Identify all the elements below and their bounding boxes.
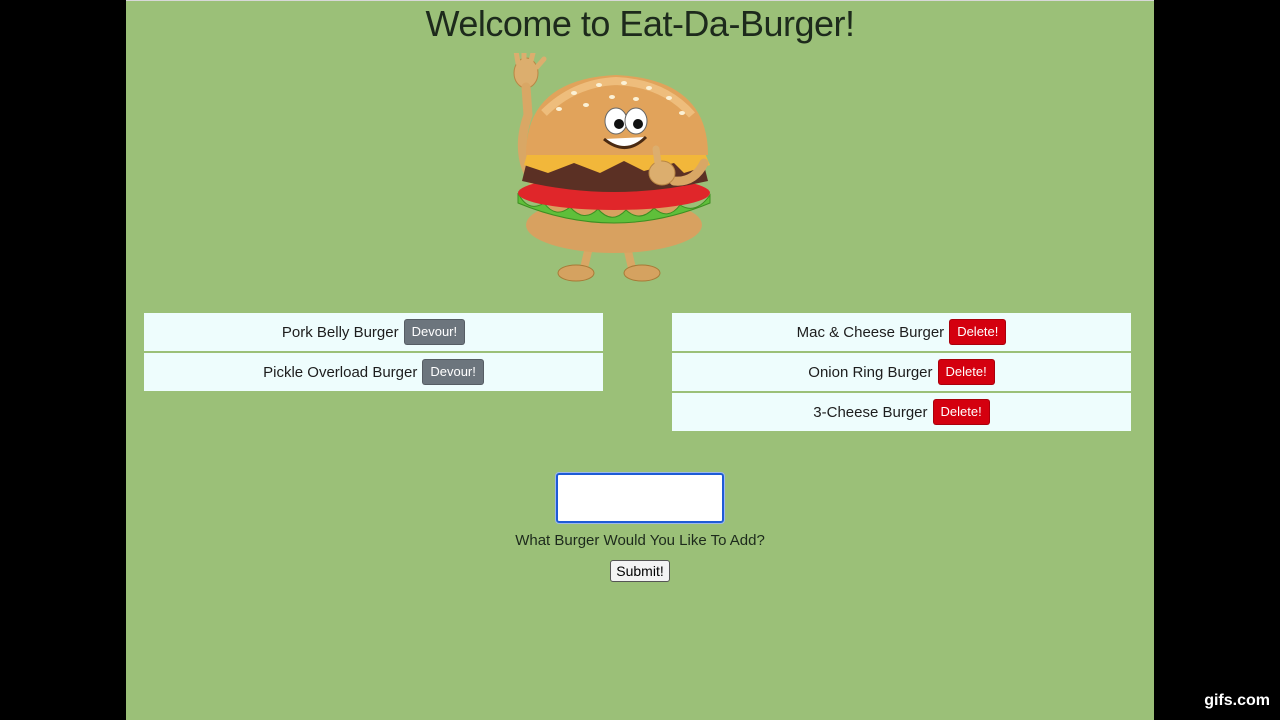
- uneaten-burger-list: Pork Belly Burger Devour! Pickle Overloa…: [144, 313, 603, 393]
- submit-button[interactable]: Submit!: [610, 560, 670, 582]
- waving-burger-mascot-icon: [513, 53, 711, 282]
- delete-button[interactable]: Delete!: [949, 319, 1007, 345]
- add-burger-form: What Burger Would You Like To Add? Submi…: [126, 472, 1154, 582]
- page-title: Welcome to Eat-Da-Burger!: [425, 3, 856, 44]
- gifs-watermark: gifs.com: [1204, 692, 1270, 709]
- burger-name: Pork Belly Burger: [281, 323, 399, 341]
- devoured-burger-list: Mac & Cheese Burger Delete! Onion Ring B…: [672, 313, 1131, 433]
- burger-name-input[interactable]: [555, 472, 725, 524]
- burger-name: Mac & Cheese Burger: [796, 323, 945, 341]
- burger-name: Onion Ring Burger: [808, 363, 933, 381]
- page: Welcome to Eat-Da-Burger! Pork Belly Bur…: [126, 0, 1154, 720]
- list-item: 3-Cheese Burger Delete!: [672, 393, 1131, 433]
- list-item: Pork Belly Burger Devour!: [144, 313, 603, 353]
- list-item: Pickle Overload Burger Devour!: [144, 353, 603, 393]
- delete-button[interactable]: Delete!: [937, 359, 995, 385]
- add-burger-prompt: What Burger Would You Like To Add?: [515, 532, 765, 549]
- list-item: Onion Ring Burger Delete!: [672, 353, 1131, 393]
- delete-button[interactable]: Delete!: [932, 399, 990, 425]
- list-item: Mac & Cheese Burger Delete!: [672, 313, 1131, 353]
- burger-name: 3-Cheese Burger: [813, 403, 928, 421]
- burger-name: Pickle Overload Burger: [263, 363, 418, 381]
- devour-button[interactable]: Devour!: [422, 359, 484, 385]
- devour-button[interactable]: Devour!: [403, 319, 466, 345]
